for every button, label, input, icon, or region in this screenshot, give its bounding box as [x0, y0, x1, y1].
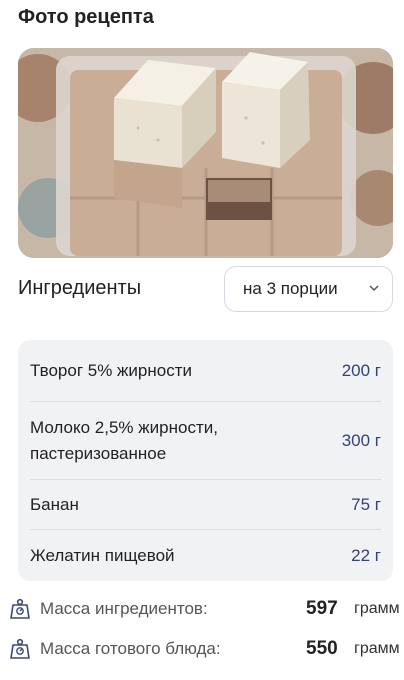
ingredient-row: Творог 5% жирности 200 г — [30, 340, 381, 402]
dish-mass-label: Масса готового блюда: — [40, 639, 221, 658]
ingredient-amount: 300 г — [341, 430, 381, 450]
dish-mass-unit: грамм — [354, 640, 400, 657]
portion-select[interactable]: на 3 порции — [224, 266, 393, 312]
ingredients-mass-unit: грамм — [354, 600, 400, 617]
ingredient-name: Банан — [30, 494, 79, 514]
ingredient-row: Банан 75 г — [30, 480, 381, 530]
ingredient-amount: 75 г — [351, 494, 381, 514]
photo-section-title: Фото рецепта — [18, 6, 154, 28]
ingredient-row: Желатин пищевой 22 г — [30, 530, 381, 581]
ingredients-mass-value: 597 — [306, 598, 338, 619]
ingredient-name: Творог 5% жирности — [30, 360, 193, 380]
chevron-down-icon — [369, 285, 379, 292]
scale-icon — [10, 598, 30, 619]
ingredient-name: Молоко 2,5% жирности, пастеризованное — [30, 417, 218, 463]
recipe-page: Фото рецепта Ингредиенты на 3 порции Тво… — [0, 0, 404, 680]
portion-select-value: на 3 порции — [243, 279, 338, 298]
dish-mass-row: Масса готового блюда: 550 грамм — [8, 632, 404, 666]
scale-icon — [10, 638, 30, 659]
ingredient-amount: 22 г — [351, 545, 381, 565]
dish-mass-value: 550 — [306, 638, 338, 659]
ingredients-title: Ингредиенты — [18, 277, 142, 299]
recipe-photo — [18, 48, 393, 258]
ingredient-amount: 200 г — [341, 360, 381, 380]
ingredients-list: Творог 5% жирности 200 г Молоко 2,5% жир… — [18, 340, 393, 581]
ingredients-mass-row: Масса ингредиентов: 597 грамм — [8, 592, 404, 626]
ingredients-mass-label: Масса ингредиентов: — [40, 599, 208, 618]
ingredient-row: Молоко 2,5% жирности, пастеризованное 30… — [30, 402, 381, 480]
ingredient-name: Желатин пищевой — [30, 545, 175, 565]
